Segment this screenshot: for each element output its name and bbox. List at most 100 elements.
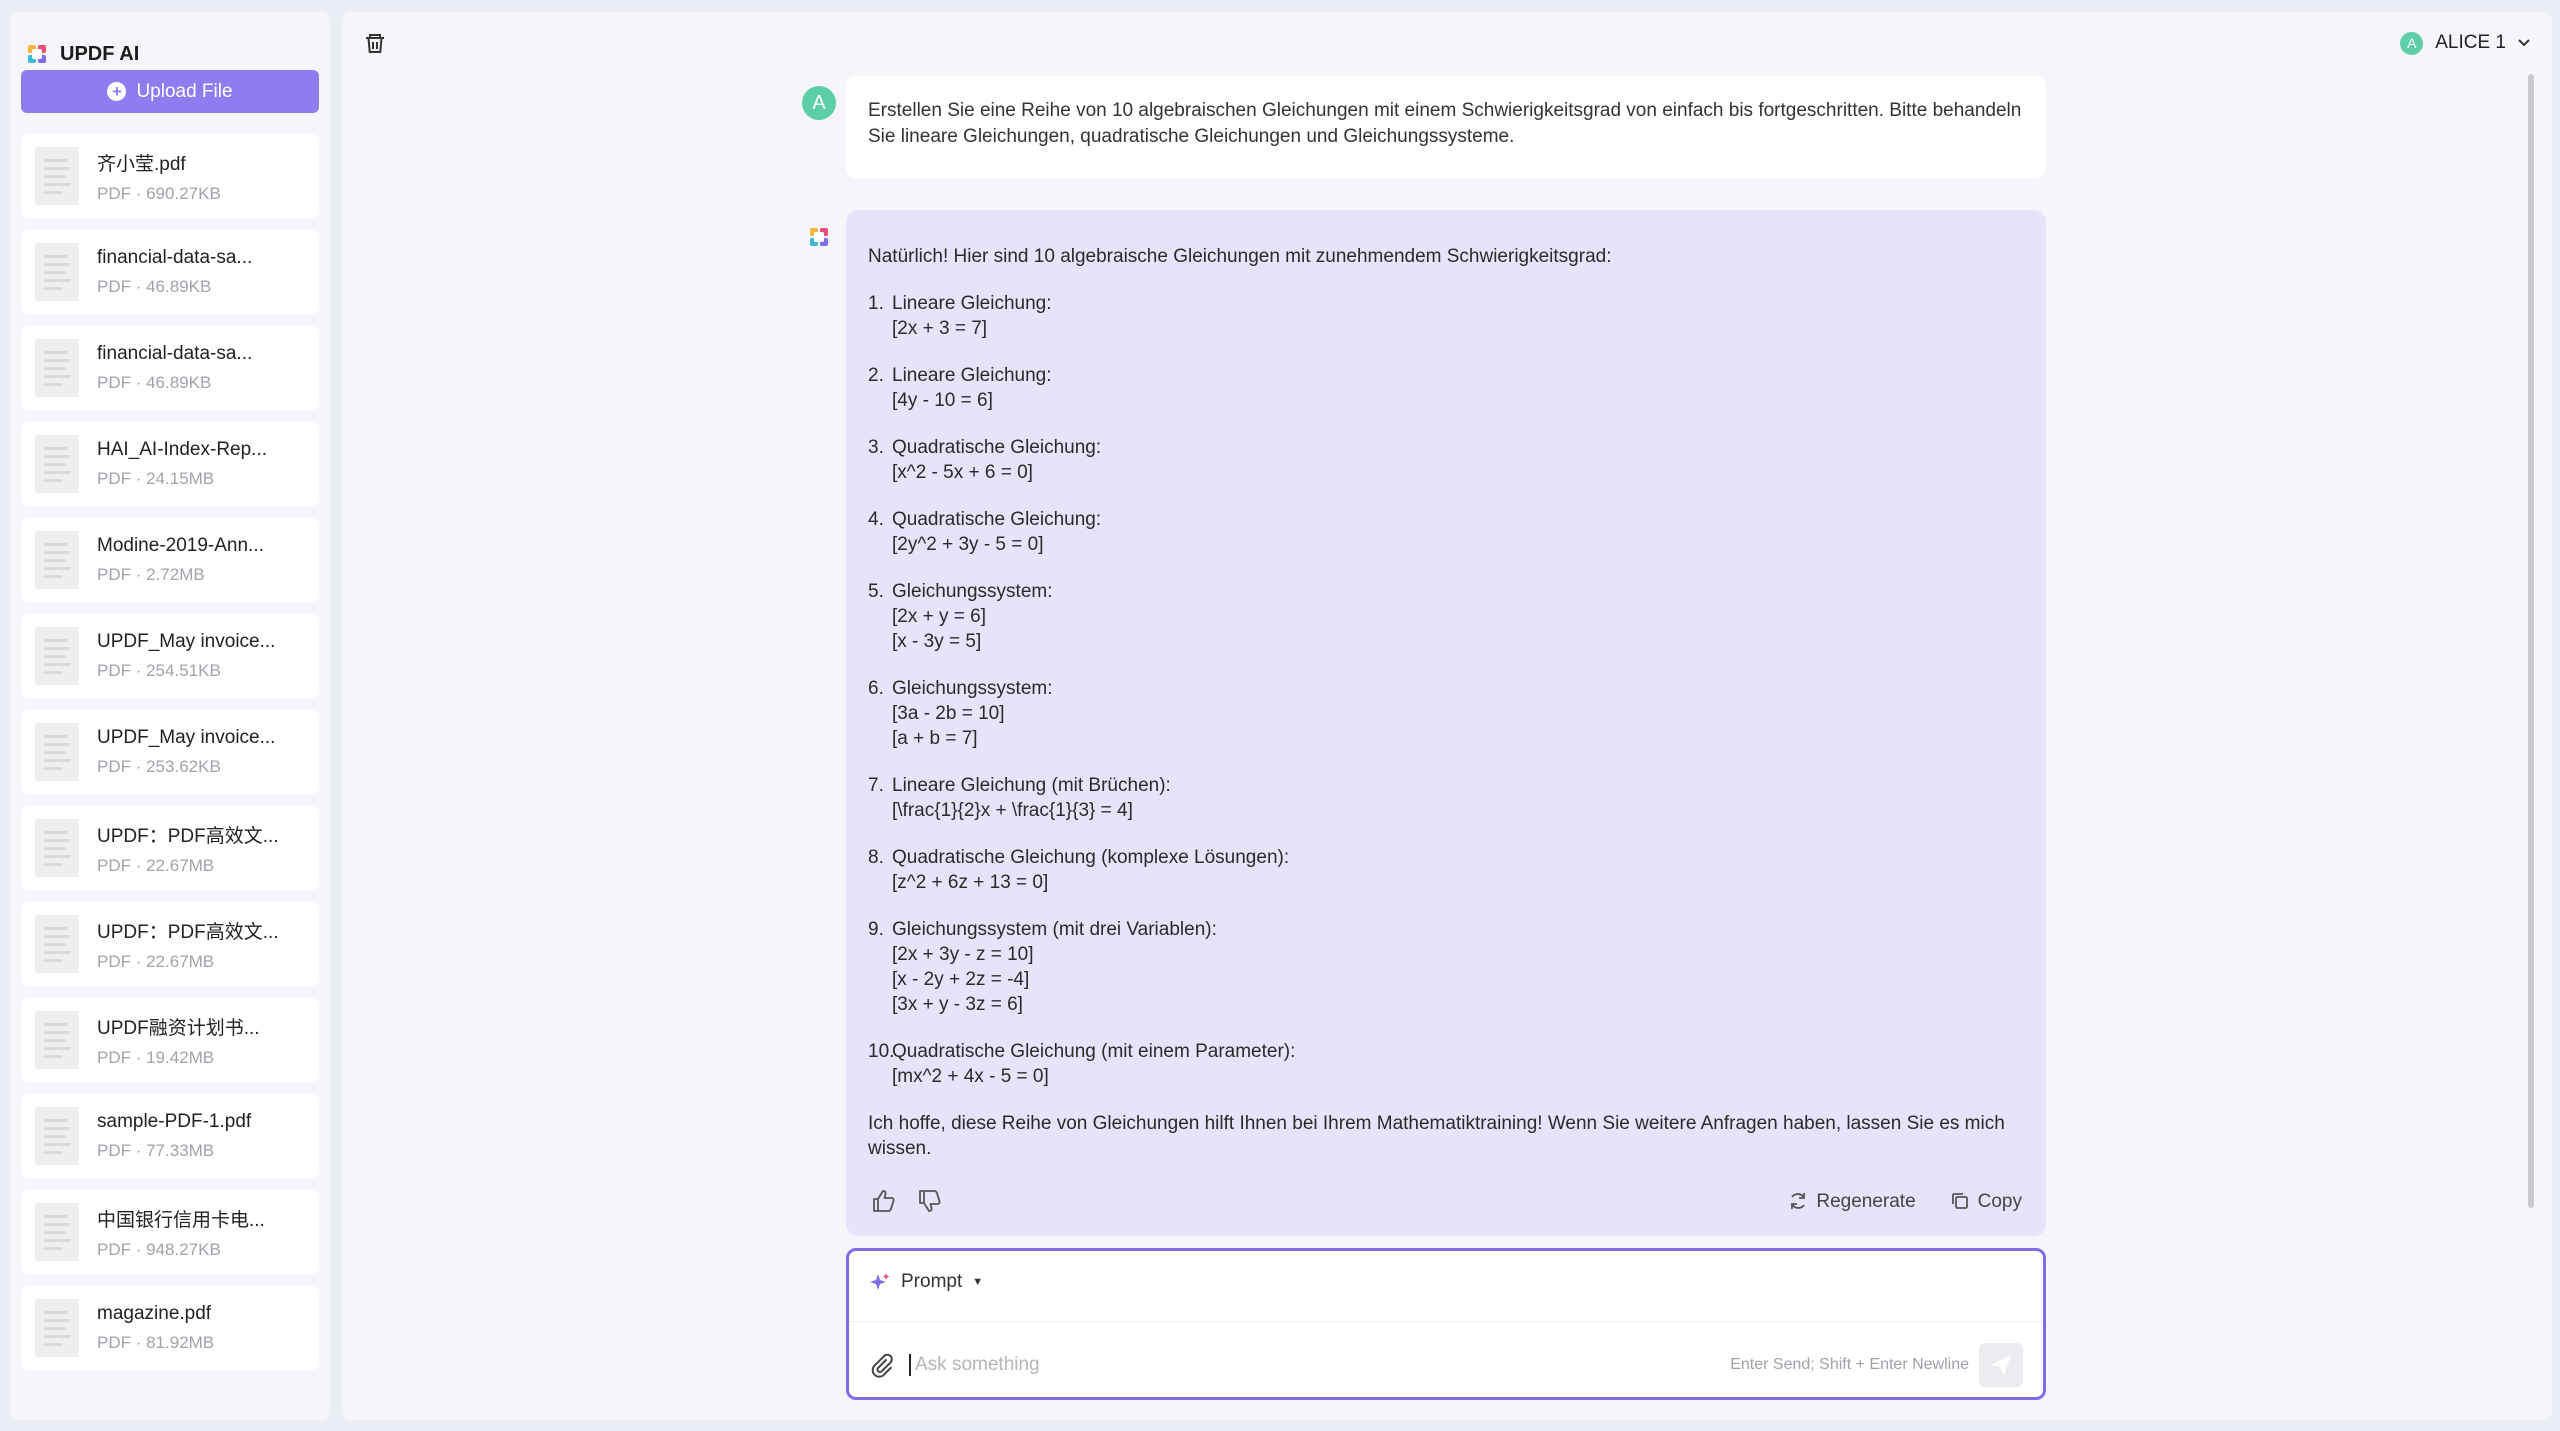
equation-text: [\frac{1}{2}x + \frac{1}{3} = 4] bbox=[892, 800, 1133, 821]
equation-number: 7. bbox=[868, 775, 884, 796]
equation-item: 4. Quadratische Gleichung: [2y^2 + 3y - 5 … bbox=[868, 507, 2024, 557]
equation-text: [mx^2 + 4x - 5 = 0] bbox=[892, 1066, 1049, 1087]
equation-text: [x - 3y = 5] bbox=[892, 631, 982, 652]
equation-list: 1. Lineare Gleichung: [2x + 3 = 7] 2. Linear… bbox=[868, 291, 2024, 1089]
file-meta: PDF · 77.33MB bbox=[97, 1141, 215, 1160]
equation-text: [2x + 3y - z = 10] bbox=[892, 944, 1034, 965]
regenerate-button[interactable]: Regenerate bbox=[1788, 1189, 1916, 1214]
updf-logo-icon bbox=[28, 45, 46, 63]
equation-text: [x^2 - 5x + 6 = 0] bbox=[892, 462, 1033, 483]
user-menu[interactable]: A ALICE 1 bbox=[2400, 30, 2530, 56]
equation-text: [a + b = 7] bbox=[892, 728, 978, 749]
file-item[interactable]: UPDF融资计划书... PDF · 19.42MB bbox=[21, 998, 319, 1082]
file-name: UPDF融资计划书... bbox=[97, 1017, 260, 1039]
copy-button[interactable]: Copy bbox=[1950, 1189, 2022, 1214]
file-thumbnail-icon bbox=[35, 1299, 79, 1357]
input-row: Enter Send; Shift + Enter Newline bbox=[869, 1343, 2023, 1387]
file-thumbnail-icon bbox=[35, 627, 79, 685]
file-thumbnail-icon bbox=[35, 819, 79, 877]
file-thumbnail-icon bbox=[35, 1203, 79, 1261]
file-meta: PDF · 46.89KB bbox=[97, 373, 212, 392]
send-hint: Enter Send; Shift + Enter Newline bbox=[1730, 1356, 1969, 1373]
sparkle-icon bbox=[870, 1273, 890, 1290]
ai-response: Natürlich! Hier sind 10 algebraische Gle… bbox=[846, 210, 2046, 1236]
file-item[interactable]: sample-PDF-1.pdf PDF · 77.33MB bbox=[21, 1094, 319, 1178]
message-avatar: A bbox=[802, 86, 836, 120]
file-item[interactable]: UPDF：PDF高效文... PDF · 22.67MB bbox=[21, 902, 319, 986]
file-meta: PDF · 22.67MB bbox=[97, 951, 215, 971]
file-item[interactable]: UPDF_May invoice... PDF · 254.51KB bbox=[21, 614, 319, 698]
equation-number: 1. bbox=[868, 293, 884, 314]
user-name: ALICE 1 bbox=[2435, 32, 2506, 53]
prompt-label: Prompt bbox=[901, 1271, 963, 1292]
app-title: UPDF AI bbox=[60, 42, 140, 65]
equation-text: [2x + 3 = 7] bbox=[892, 318, 988, 339]
equation-text: [4y - 10 = 6] bbox=[892, 390, 993, 411]
file-item[interactable]: 齐小莹.pdf PDF · 690.27KB bbox=[21, 134, 319, 218]
ask-input[interactable] bbox=[909, 1354, 1731, 1376]
equation-title: Lineare Gleichung: bbox=[892, 293, 1052, 314]
prompt-selector[interactable]: Prompt ▼ bbox=[869, 1271, 983, 1293]
file-meta: PDF · 46.89KB bbox=[97, 277, 212, 296]
equation-item: 5. Gleichungssystem: [2x + y = 6] [x - 3y =… bbox=[868, 579, 2024, 654]
equation-item: 8. Quadratische Gleichung (komplexe Lösun… bbox=[868, 845, 2024, 895]
file-thumbnail-icon bbox=[35, 147, 79, 205]
chevron-down-icon bbox=[2518, 39, 2530, 47]
scrollbar[interactable] bbox=[2528, 74, 2534, 1208]
equation-item: 10. Quadratische Gleichung (mit einem Par… bbox=[868, 1039, 2024, 1089]
file-meta: PDF · 948.27KB bbox=[97, 1239, 221, 1259]
file-item[interactable]: financial-data-sa... PDF · 46.89KB bbox=[21, 230, 319, 314]
equation-item: 3. Quadratische Gleichung: [x^2 - 5x + 6 =… bbox=[868, 435, 2024, 485]
trash-icon[interactable] bbox=[362, 30, 388, 56]
file-item[interactable]: magazine.pdf PDF · 81.92MB bbox=[21, 1286, 319, 1370]
equation-item: 9. Gleichungssystem (mit drei Variablen):… bbox=[868, 917, 2024, 1017]
user-message: Erstellen Sie eine Reihe von 10 algebrai… bbox=[846, 76, 2046, 178]
equation-text: [2x + y = 6] bbox=[892, 606, 986, 627]
file-item[interactable]: 中国银行信用卡电... PDF · 948.27KB bbox=[21, 1190, 319, 1274]
plus-icon: + bbox=[107, 82, 127, 101]
file-thumbnail-icon bbox=[35, 915, 79, 973]
thumbs-up-icon[interactable] bbox=[870, 1187, 898, 1215]
equation-item: 6. Gleichungssystem: [3a - 2b = 10] [a + b … bbox=[868, 676, 2024, 751]
equation-number: 10. bbox=[868, 1041, 895, 1062]
file-name: 齐小莹.pdf bbox=[97, 153, 186, 175]
file-meta: PDF · 19.42MB bbox=[97, 1047, 215, 1067]
file-name: UPDF：PDF高效文... bbox=[97, 921, 279, 943]
file-meta: PDF · 22.67MB bbox=[97, 855, 215, 875]
file-name: UPDF：PDF高效文... bbox=[97, 825, 279, 847]
file-item[interactable]: UPDF：PDF高效文... PDF · 22.67MB bbox=[21, 806, 319, 890]
file-name: financial-data-sa... bbox=[97, 247, 253, 268]
file-name: sample-PDF-1.pdf bbox=[97, 1111, 252, 1132]
sidebar: UPDF AI + Upload File 齐小莹.pdf PDF · 690.2… bbox=[10, 12, 330, 1420]
thumbs-down-icon[interactable] bbox=[916, 1187, 944, 1215]
composer: Prompt ▼ Enter Send; Shift + Enter Newli… bbox=[846, 1248, 2046, 1400]
file-thumbnail-icon bbox=[35, 531, 79, 589]
equation-title: Lineare Gleichung: bbox=[892, 365, 1052, 386]
equation-number: 4. bbox=[868, 509, 884, 530]
user-avatar: A bbox=[2400, 31, 2424, 55]
equation-item: 2. Lineare Gleichung: [4y - 10 = 6] bbox=[868, 363, 2024, 413]
ai-logo-icon bbox=[810, 228, 828, 246]
upload-file-button[interactable]: + Upload File bbox=[21, 70, 319, 113]
file-thumbnail-icon bbox=[35, 1107, 79, 1165]
file-meta: PDF · 81.92MB bbox=[97, 1333, 215, 1352]
caret-down-icon: ▼ bbox=[972, 1276, 984, 1288]
chat-panel: A ALICE 1 A Erstellen Sie eine Reihe von… bbox=[342, 12, 2552, 1420]
equation-item: 7. Lineare Gleichung (mit Brüchen): [\frac… bbox=[868, 773, 2024, 823]
ai-intro: Natürlich! Hier sind 10 algebraische Gle… bbox=[868, 246, 1612, 267]
paperclip-icon[interactable] bbox=[869, 1352, 895, 1378]
refresh-icon bbox=[1791, 1193, 1806, 1209]
file-thumbnail-icon bbox=[35, 339, 79, 397]
equation-number: 6. bbox=[868, 678, 884, 699]
file-item[interactable]: UPDF_May invoice... PDF · 253.62KB bbox=[21, 710, 319, 794]
file-item[interactable]: Modine-2019-Ann... PDF · 2.72MB bbox=[21, 518, 319, 602]
equation-number: 8. bbox=[868, 847, 884, 868]
file-name: 中国银行信用卡电... bbox=[97, 1209, 265, 1231]
send-button[interactable] bbox=[1979, 1343, 2023, 1387]
equation-title: Quadratische Gleichung: bbox=[892, 437, 1102, 458]
file-item[interactable]: financial-data-sa... PDF · 46.89KB bbox=[21, 326, 319, 410]
equation-text: [z^2 + 6z + 13 = 0] bbox=[892, 872, 1049, 893]
file-list: 齐小莹.pdf PDF · 690.27KB financial-data-sa..… bbox=[21, 134, 319, 1382]
file-item[interactable]: HAI_AI-Index-Rep... PDF · 24.15MB bbox=[21, 422, 319, 506]
file-name: HAI_AI-Index-Rep... bbox=[97, 439, 268, 460]
